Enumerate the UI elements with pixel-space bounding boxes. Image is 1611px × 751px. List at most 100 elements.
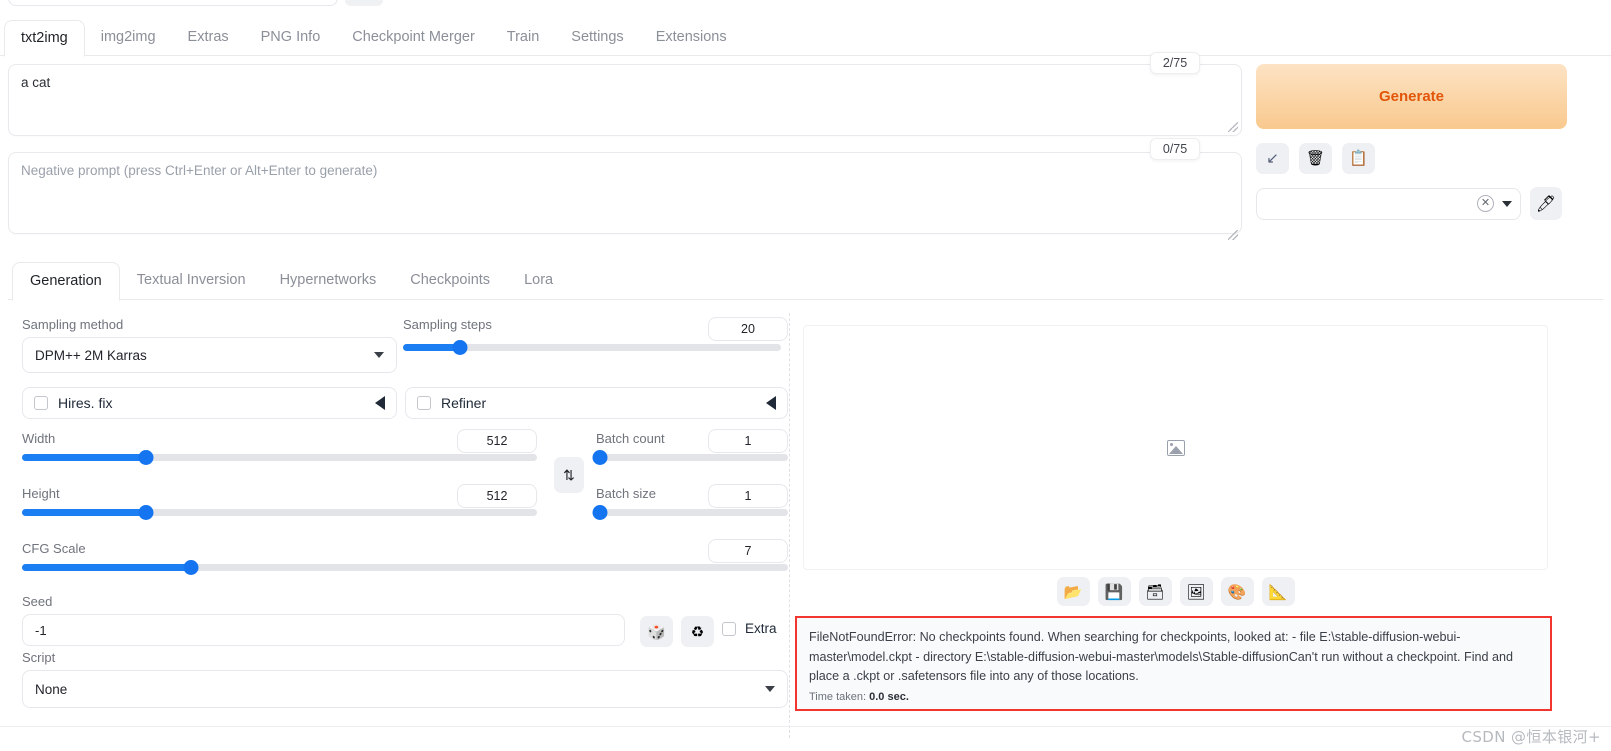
hires-fix-label: Hires. fix	[58, 395, 113, 411]
top-partial-button	[345, 0, 383, 6]
random-seed-button[interactable]: 🎲	[640, 616, 673, 647]
pencil-icon: 🖊	[1535, 195, 1557, 213]
sampling-steps-value[interactable]: 20	[708, 317, 788, 341]
width-slider[interactable]	[22, 450, 537, 465]
generate-button[interactable]: Generate	[1256, 64, 1567, 129]
expand-triangle-icon[interactable]	[766, 396, 776, 410]
refiner-label: Refiner	[441, 395, 487, 411]
extra-seed-toggle[interactable]: Extra	[722, 621, 777, 636]
seed-input[interactable]: -1	[22, 614, 625, 646]
styles-select[interactable]: ✕	[1256, 187, 1521, 220]
sampling-method-select[interactable]: DPM++ 2M Karras	[22, 337, 397, 373]
send-to-inpaint-button[interactable]: 🎨	[1220, 577, 1254, 606]
panel-divider	[789, 313, 790, 738]
refiner-accordion[interactable]: Refiner	[405, 387, 788, 419]
output-panel: 📂 💾 🗃 🖼 🎨 📐 FileNotFoundError: No checkp…	[795, 313, 1603, 738]
sampling-method-value: DPM++ 2M Karras	[35, 347, 147, 363]
subtab-textual-inversion[interactable]: Textual Inversion	[120, 262, 263, 300]
tab-train[interactable]: Train	[491, 20, 556, 56]
result-gallery[interactable]	[803, 325, 1548, 570]
height-value[interactable]: 512	[457, 484, 537, 508]
sampling-steps-slider[interactable]	[403, 340, 781, 355]
cfg-scale-group: CFG Scale 7	[22, 539, 788, 575]
tab-txt2img[interactable]: txt2img	[4, 20, 85, 57]
batch-count-slider[interactable]	[592, 450, 788, 465]
time-taken-value: 0.0 sec.	[869, 690, 909, 703]
seed-label: Seed	[22, 594, 53, 609]
negative-prompt-resize-grip[interactable]	[1228, 230, 1238, 240]
tab-img2img[interactable]: img2img	[85, 20, 172, 56]
swap-arrows-icon: ⇅	[563, 466, 575, 483]
script-value: None	[35, 681, 68, 697]
tab-extensions[interactable]: Extensions	[640, 20, 743, 56]
interrupt-arrow-icon-button[interactable]: ↙	[1256, 143, 1289, 174]
reuse-seed-button[interactable]: ♻	[681, 616, 714, 647]
script-select[interactable]: None	[22, 670, 788, 708]
extra-checkbox[interactable]	[722, 621, 736, 636]
error-message-box: FileNotFoundError: No checkpoints found.…	[795, 616, 1552, 711]
cfg-scale-value[interactable]: 7	[708, 539, 788, 563]
sampling-method-group: Sampling method DPM++ 2M Karras	[22, 317, 397, 373]
watermark: CSDN @恒本银河+	[1461, 728, 1601, 746]
error-message-text: FileNotFoundError: No checkpoints found.…	[809, 630, 1514, 684]
negative-prompt-token-counter: 0/75	[1150, 138, 1200, 160]
send-to-img2img-button[interactable]: 🖼	[1179, 577, 1213, 606]
recycle-icon: ♻	[690, 623, 705, 641]
clipboard-icon: 📋	[1349, 150, 1368, 167]
open-folder-button[interactable]: 📂	[1056, 577, 1090, 606]
save-zip-button[interactable]: 🗃	[1138, 577, 1172, 606]
zip-icon: 🗃	[1145, 583, 1165, 601]
tab-checkpoint-merger[interactable]: Checkpoint Merger	[336, 20, 491, 56]
batch-size-value[interactable]: 1	[708, 484, 788, 508]
refiner-checkbox[interactable]	[417, 396, 431, 410]
save-button[interactable]: 💾	[1097, 577, 1131, 606]
subtab-generation[interactable]: Generation	[12, 262, 120, 301]
subtab-hypernetworks[interactable]: Hypernetworks	[263, 262, 394, 300]
ruler-icon: 📐	[1268, 583, 1288, 601]
restore-progress-button[interactable]: 📋	[1342, 143, 1375, 174]
app-window: txt2img img2img Extras PNG Info Checkpoi…	[0, 0, 1611, 751]
batch-size-group: Batch size 1	[592, 484, 788, 520]
batch-size-slider[interactable]	[592, 505, 788, 520]
subtab-lora[interactable]: Lora	[507, 262, 570, 300]
chevron-down-icon[interactable]	[1502, 200, 1512, 207]
bottom-divider	[0, 726, 1611, 727]
subtab-checkpoints[interactable]: Checkpoints	[393, 262, 507, 300]
negative-prompt-input[interactable]: Negative prompt (press Ctrl+Enter or Alt…	[8, 152, 1242, 234]
edit-styles-button[interactable]: 🖊	[1530, 187, 1562, 220]
main-tab-bar: txt2img img2img Extras PNG Info Checkpoi…	[0, 20, 1611, 57]
batch-count-value[interactable]: 1	[708, 429, 788, 453]
extra-label: Extra	[745, 621, 777, 636]
picture-icon: 🖼	[1186, 583, 1206, 601]
width-value[interactable]: 512	[457, 429, 537, 453]
swap-dimensions-button[interactable]: ⇅	[554, 457, 584, 493]
time-taken-label: Time taken:	[809, 690, 867, 703]
palette-icon: 🎨	[1227, 583, 1247, 601]
send-to-extras-button[interactable]: 📐	[1261, 577, 1295, 606]
prompt-input[interactable]: a cat	[8, 64, 1242, 136]
tab-png-info[interactable]: PNG Info	[245, 20, 337, 56]
generate-column: Generate ↙ 🗑 📋 ✕ 🖊	[1256, 64, 1602, 220]
top-partial-field	[8, 0, 338, 6]
height-slider[interactable]	[22, 505, 537, 520]
hires-fix-checkbox[interactable]	[34, 396, 48, 410]
hires-fix-accordion[interactable]: Hires. fix	[22, 387, 397, 419]
chevron-down-icon	[765, 686, 775, 692]
clear-prompt-button[interactable]: 🗑	[1299, 143, 1332, 174]
open-folder-icon: 📂	[1063, 583, 1083, 601]
cfg-scale-slider[interactable]	[22, 560, 788, 575]
tab-extras[interactable]: Extras	[172, 20, 245, 56]
seed-group: Seed -1 🎲 ♻ Extra	[22, 594, 788, 647]
tab-settings[interactable]: Settings	[555, 20, 639, 56]
generate-tool-row: ↙ 🗑 📋	[1256, 143, 1602, 174]
image-placeholder-icon	[1166, 439, 1185, 456]
time-taken-row: Time taken: 0.0 sec.	[809, 691, 1538, 703]
prompt-resize-grip[interactable]	[1228, 122, 1238, 132]
expand-triangle-icon[interactable]	[375, 396, 385, 410]
dice-icon: 🎲	[647, 623, 666, 641]
script-label: Script	[22, 650, 56, 665]
sampling-method-label: Sampling method	[22, 317, 124, 332]
close-icon[interactable]: ✕	[1477, 195, 1494, 212]
height-group: Height 512	[22, 484, 537, 520]
cfg-scale-label: CFG Scale	[22, 541, 86, 556]
